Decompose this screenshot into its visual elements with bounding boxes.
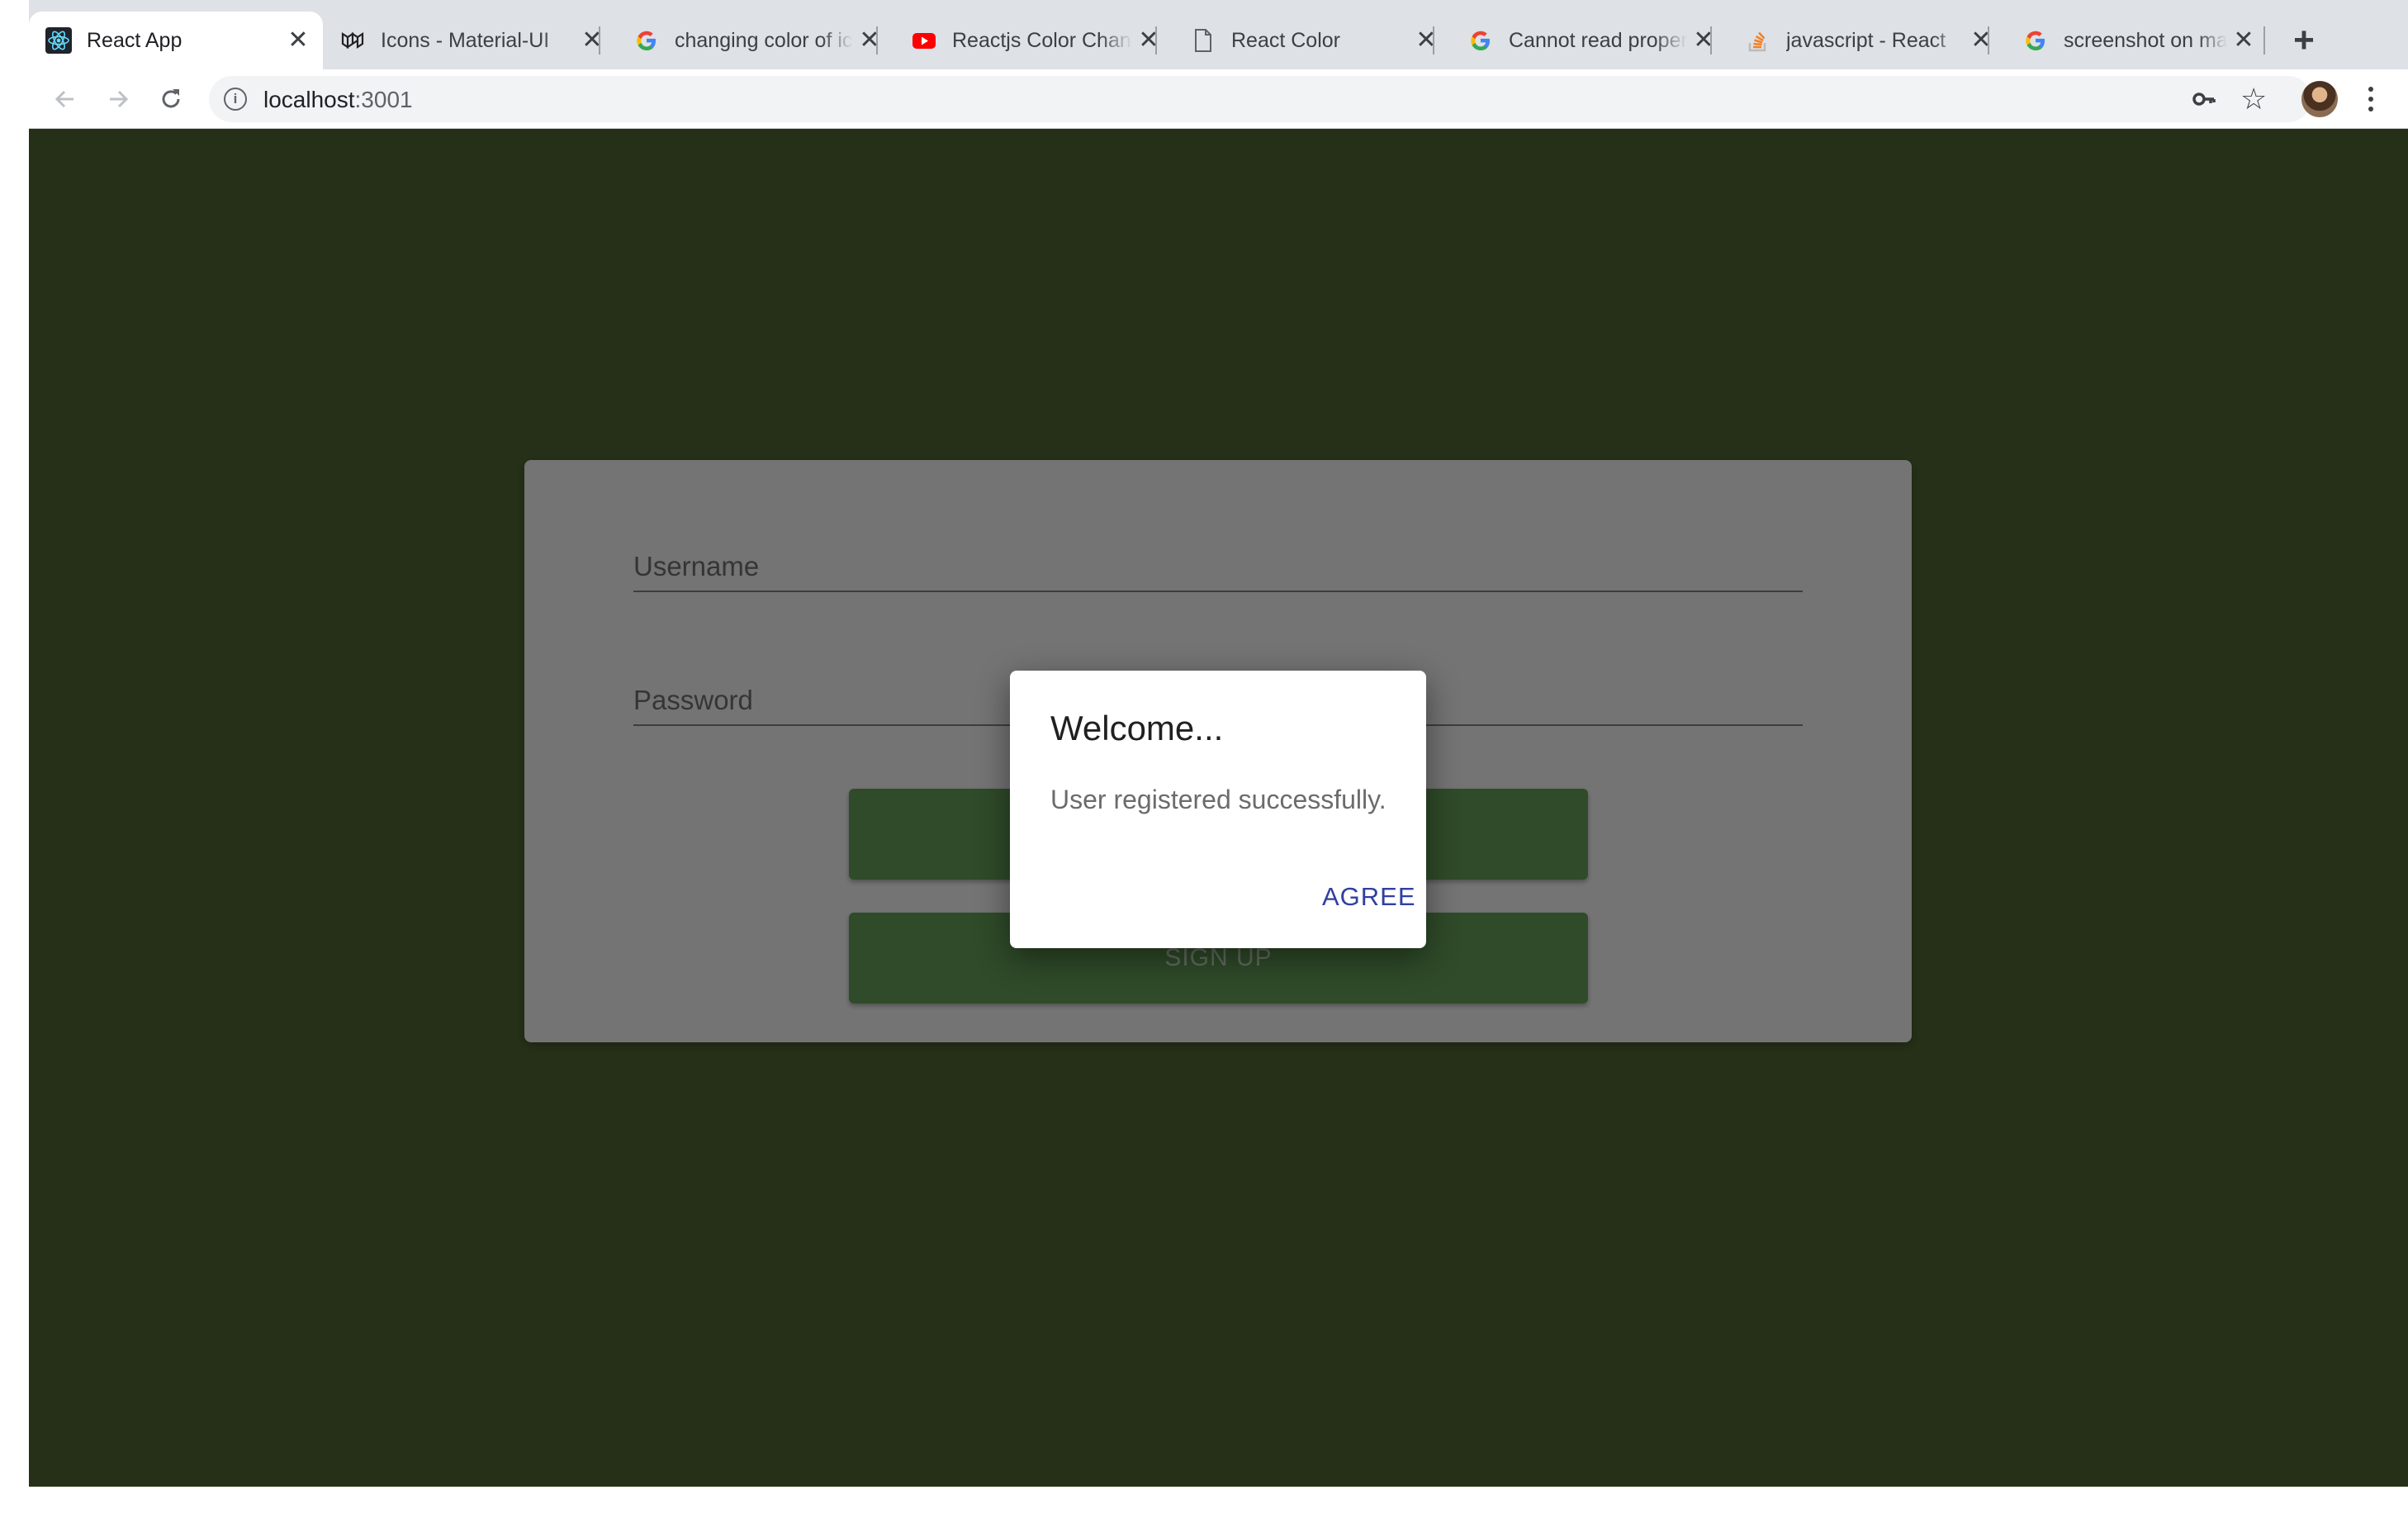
tab-title: React App — [87, 28, 182, 52]
browser-chrome: React App ✕ Icons - Material-UI ✕ changi… — [29, 0, 2408, 129]
tab-react-color[interactable]: React Color ✕ — [1173, 12, 1451, 69]
close-icon[interactable]: ✕ — [1965, 28, 1998, 53]
url-text[interactable]: localhost:3001 — [263, 87, 413, 113]
reload-icon — [162, 89, 180, 108]
key-icon[interactable] — [2191, 86, 2217, 112]
url-port: :3001 — [354, 87, 413, 112]
tab-title: javascript - React — [1786, 28, 1946, 52]
tab-title: Reactjs Color Change — [952, 28, 1132, 52]
dialog-message: User registered successfully. — [1050, 785, 1386, 814]
tab-separator — [1433, 26, 1434, 55]
bookmark-star-icon[interactable]: ☆ — [2240, 83, 2267, 116]
document-icon — [1190, 27, 1216, 54]
agree-button[interactable]: AGREE — [1322, 882, 1416, 912]
tab-separator — [1988, 26, 1989, 55]
tab-reactjs-color-change[interactable]: Reactjs Color Change ✕ — [894, 12, 1173, 69]
tab-title: Cannot read property — [1509, 28, 1687, 52]
url-host: localhost — [263, 87, 355, 112]
back-arrow-icon — [55, 90, 73, 108]
profile-avatar[interactable] — [2301, 81, 2338, 117]
close-icon[interactable]: ✕ — [576, 28, 609, 53]
google-icon — [633, 27, 660, 54]
tab-cannot-read-property[interactable]: Cannot read property ✕ — [1451, 12, 1728, 69]
tab-screenshot-on-mac[interactable]: screenshot on mac ✕ — [2006, 12, 2268, 69]
browser-toolbar: i localhost:3001 ☆ — [29, 69, 2408, 129]
tab-strip: React App ✕ Icons - Material-UI ✕ changi… — [29, 12, 2408, 69]
page-content: Username Password LOGIN SIGN UP Welcome.… — [29, 129, 2408, 1487]
address-bar[interactable]: i localhost:3001 ☆ — [209, 76, 2311, 122]
tab-title: screenshot on mac — [2064, 28, 2227, 52]
tab-title: changing color of icon — [675, 28, 853, 52]
tab-title: Icons - Material-UI — [381, 28, 550, 52]
tab-separator — [1710, 26, 1712, 55]
close-icon[interactable]: ✕ — [282, 28, 315, 53]
close-icon[interactable]: ✕ — [1687, 28, 1720, 53]
google-icon — [2022, 27, 2049, 54]
stackoverflow-icon — [1745, 27, 1771, 54]
close-icon[interactable]: ✕ — [1132, 28, 1165, 53]
tab-changing-color[interactable]: changing color of icon ✕ — [617, 12, 894, 69]
youtube-icon — [911, 27, 937, 54]
info-icon[interactable]: i — [224, 88, 247, 111]
dialog-title: Welcome... — [1050, 709, 1224, 747]
tab-react-app[interactable]: React App ✕ — [29, 12, 323, 69]
close-icon[interactable]: ✕ — [1410, 28, 1443, 53]
back-button[interactable] — [47, 81, 83, 117]
tab-icons-material-ui[interactable]: Icons - Material-UI ✕ — [323, 12, 617, 69]
tab-separator — [599, 26, 600, 55]
new-tab-button[interactable]: + — [2280, 17, 2328, 64]
material-ui-icon — [339, 27, 366, 54]
tab-separator — [2263, 26, 2265, 55]
forward-arrow-icon — [110, 90, 129, 108]
tab-title: React Color — [1231, 28, 1340, 52]
kebab-menu-icon[interactable] — [2363, 81, 2379, 117]
reload-button[interactable] — [153, 81, 189, 117]
google-icon — [1467, 27, 1494, 54]
react-icon — [45, 27, 72, 54]
forward-button[interactable] — [100, 81, 136, 117]
tab-separator — [1155, 26, 1157, 55]
close-icon[interactable]: ✕ — [2227, 28, 2260, 53]
tab-separator — [876, 26, 878, 55]
close-icon[interactable]: ✕ — [853, 28, 886, 53]
welcome-dialog: Welcome... User registered successfully.… — [1010, 671, 1426, 948]
tab-javascript-react[interactable]: javascript - React ✕ — [1728, 12, 2006, 69]
